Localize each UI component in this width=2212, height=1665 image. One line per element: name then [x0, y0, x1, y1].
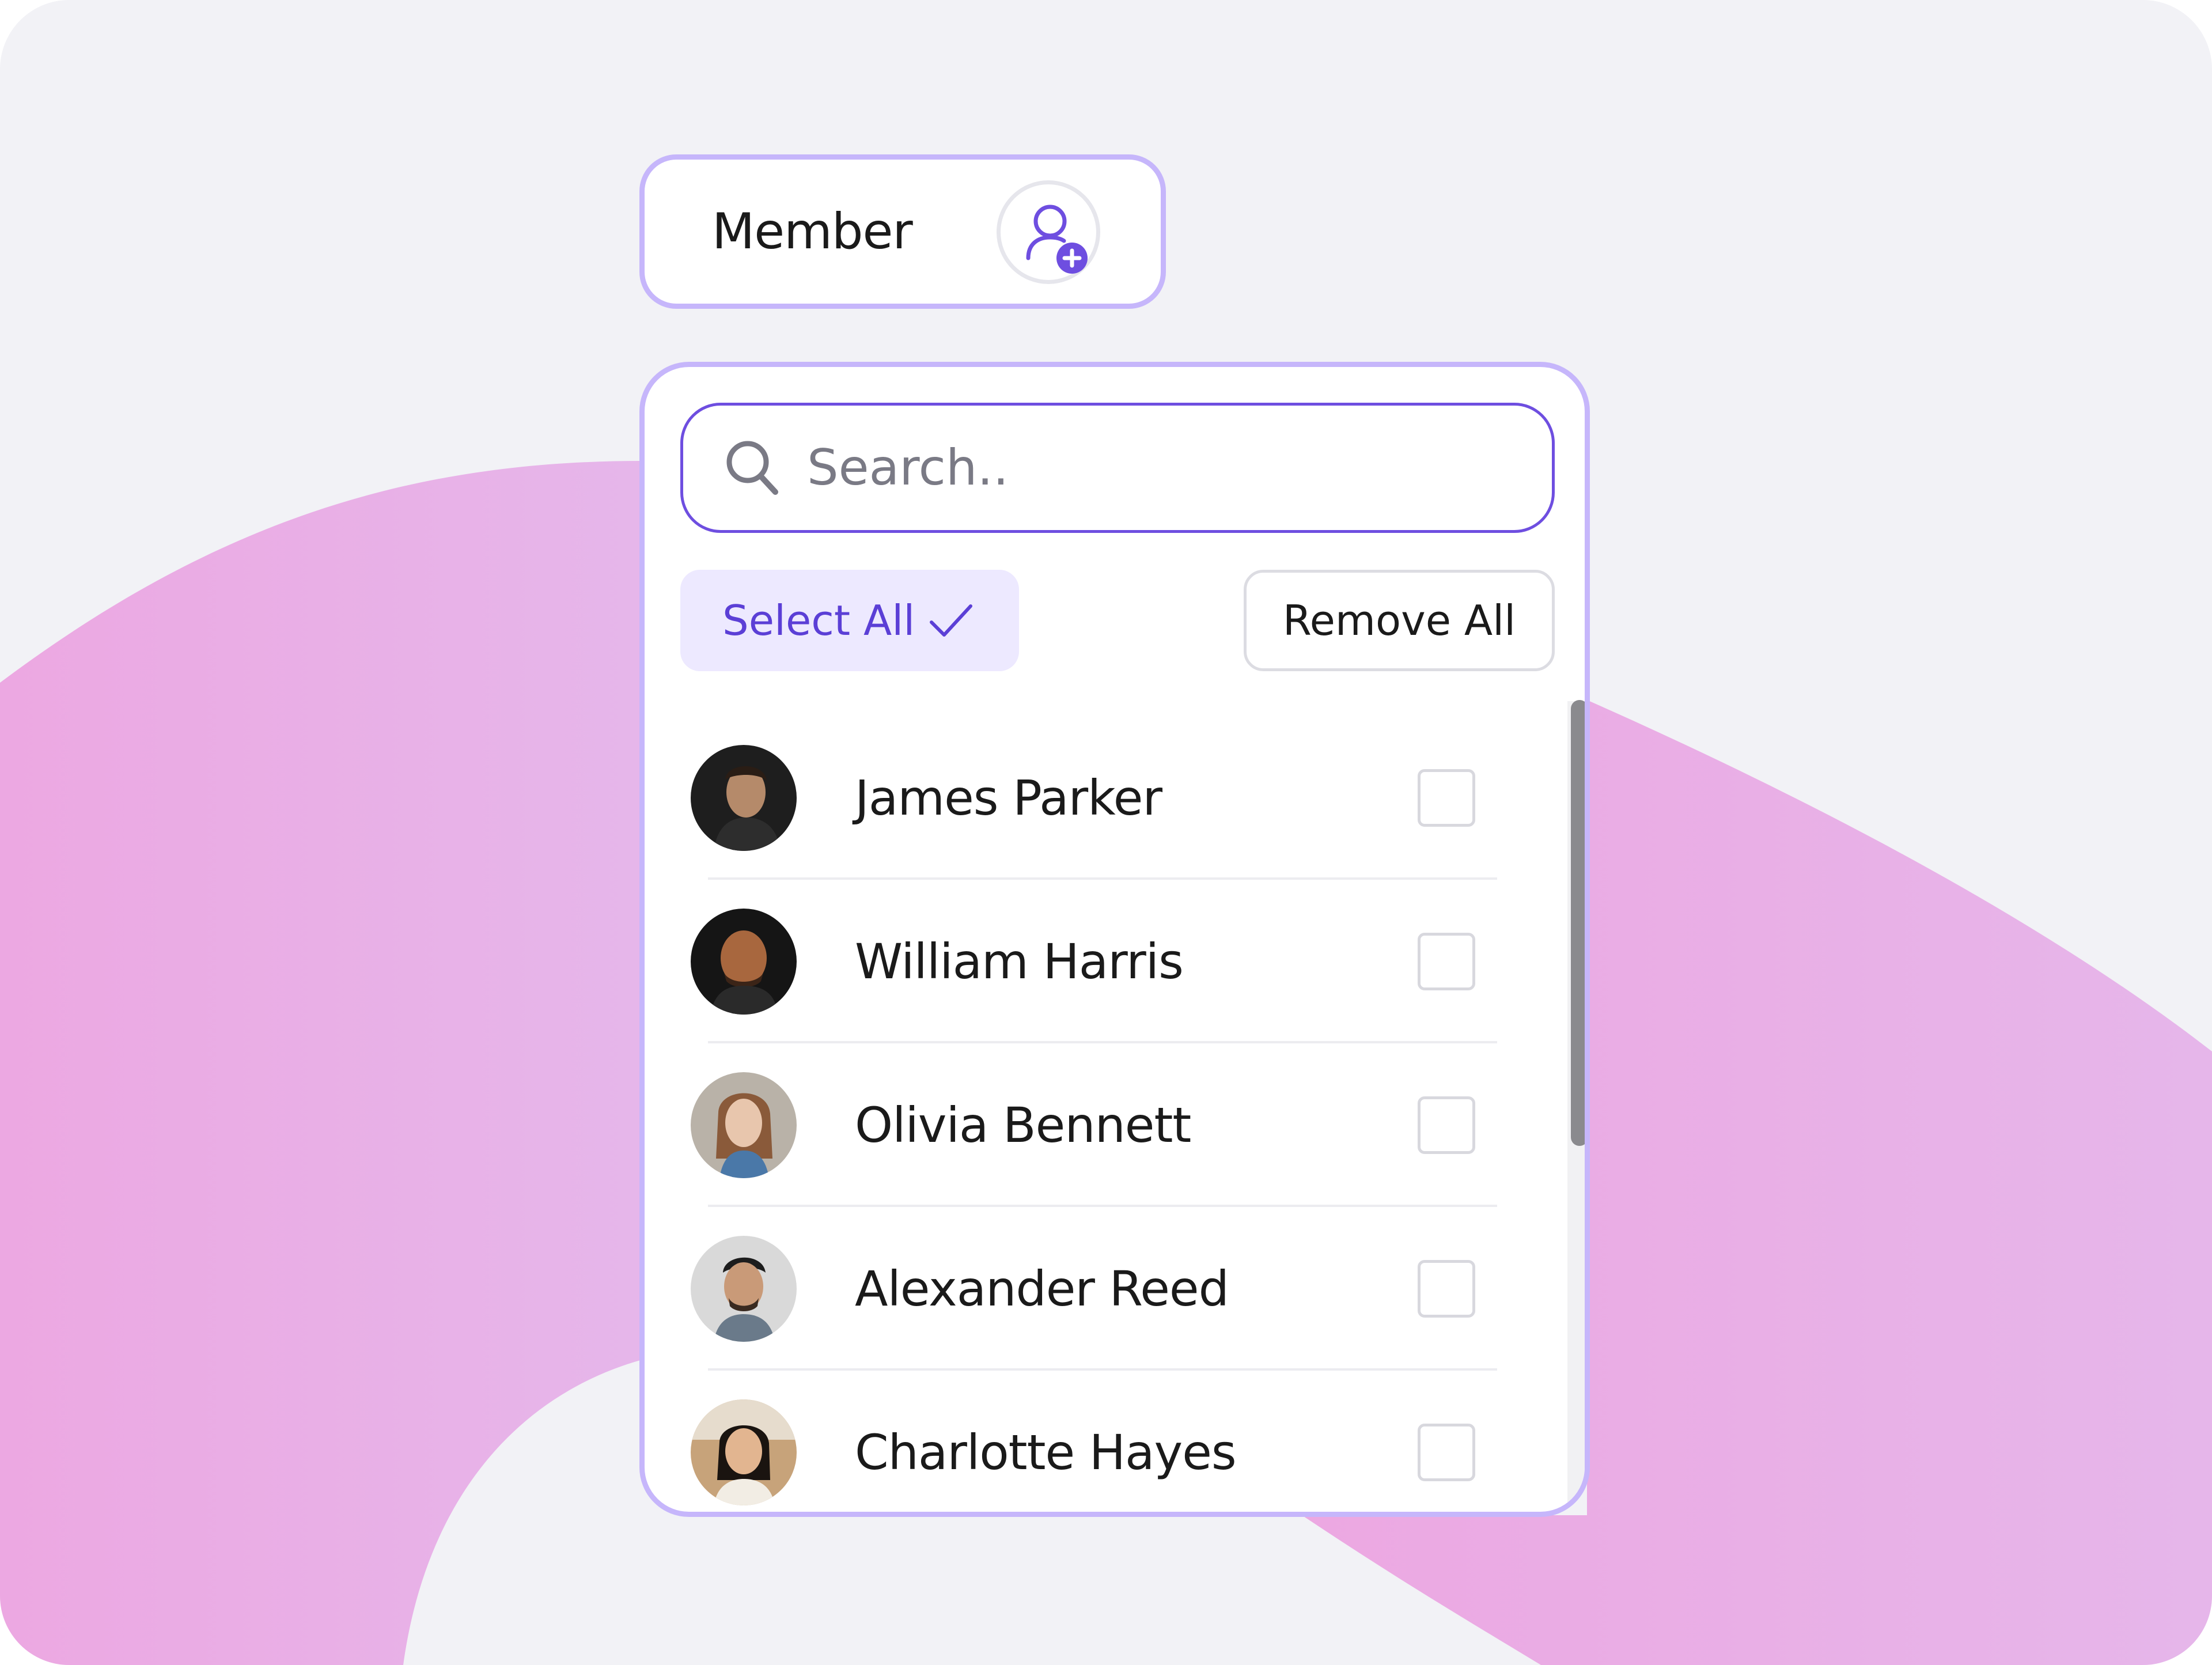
avatar: [691, 1236, 797, 1342]
member-checkbox[interactable]: [1418, 769, 1475, 827]
select-all-button[interactable]: Select All: [680, 570, 1019, 671]
search-icon: [726, 441, 778, 495]
avatar: [691, 909, 797, 1015]
member-name: Alexander Reed: [855, 1261, 1229, 1317]
member-name: Olivia Bennett: [855, 1097, 1191, 1153]
member-dropdown: Select All Remove All James Parker: [639, 362, 1590, 1517]
remove-all-button[interactable]: Remove All: [1244, 570, 1555, 671]
search-input[interactable]: [807, 406, 1527, 530]
member-label: Member: [712, 203, 913, 260]
avatar: [691, 745, 797, 851]
user-add-icon: [1026, 205, 1088, 274]
member-name: William Harris: [855, 933, 1184, 990]
scrollbar-thumb[interactable]: [1571, 700, 1585, 1146]
list-item[interactable]: James Parker: [691, 716, 1497, 880]
select-all-label: Select All: [722, 596, 915, 645]
search-box[interactable]: [680, 403, 1555, 533]
member-list: James Parker William Harris Olivia Benne…: [645, 716, 1572, 1512]
member-button[interactable]: Member: [639, 154, 1166, 309]
member-checkbox[interactable]: [1418, 1260, 1475, 1318]
member-checkbox[interactable]: [1418, 1424, 1475, 1481]
check-icon: [930, 604, 972, 637]
avatar: [691, 1072, 797, 1178]
member-name: Charlotte Hayes: [855, 1424, 1237, 1481]
member-checkbox[interactable]: [1418, 933, 1475, 990]
avatar: [691, 1399, 797, 1505]
list-item[interactable]: William Harris: [691, 880, 1497, 1043]
remove-all-label: Remove All: [1282, 596, 1516, 645]
list-item[interactable]: Olivia Bennett: [691, 1043, 1497, 1207]
canvas: Member Select All Remove All: [0, 0, 2212, 1665]
list-item[interactable]: Charlotte Hayes: [691, 1371, 1497, 1512]
member-name: James Parker: [855, 770, 1162, 826]
list-item[interactable]: Alexander Reed: [691, 1207, 1497, 1371]
add-member-button[interactable]: [997, 180, 1100, 284]
member-checkbox[interactable]: [1418, 1096, 1475, 1154]
